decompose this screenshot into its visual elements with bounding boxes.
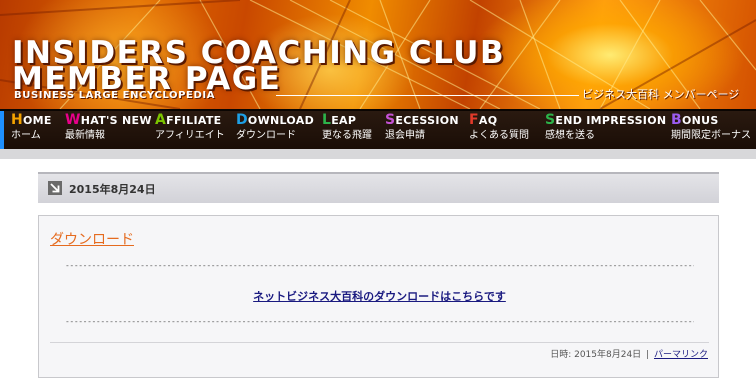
nav-label-en: LEAP [322, 113, 372, 128]
nav-bottom-strip [0, 149, 756, 159]
nav-label-jp: 最新情報 [65, 130, 105, 141]
nav-label-rest: OME [23, 114, 52, 127]
subtitle-divider [276, 95, 579, 96]
nav-label-rest: FFILIATE [166, 114, 222, 127]
nav-label-jp: アフィリエイト [155, 130, 225, 141]
nav-initial: S [545, 112, 556, 128]
site-subtitle: BUSINESS LARGE ENCYCLOPEDIA [14, 90, 216, 101]
post-meta: 日時: 2015年8月24日 | パーマリンク [550, 347, 708, 360]
nav-label-en: DOWNLOAD [236, 113, 314, 128]
nav-label-en: BONUS [671, 113, 751, 128]
nav-item-affiliate[interactable]: AFFILIATE アフィリエイト [155, 113, 225, 147]
nav-initial: H [11, 112, 24, 128]
nav-initial: D [236, 112, 248, 128]
nav-label-jp: 感想を送る [545, 130, 595, 141]
nav-label-rest: END IMPRESSION [555, 114, 667, 127]
permalink-link[interactable]: パーマリンク [654, 350, 708, 360]
nav-item-leap[interactable]: LEAP 更なる飛躍 [322, 113, 372, 147]
nav-accent-bar [0, 111, 4, 149]
download-link-row: ネットビジネス大百科のダウンロードはこちらです [39, 288, 720, 304]
nav-initial: W [65, 112, 81, 128]
nav-label-en: HOME [11, 113, 52, 128]
nav-item-send-impression[interactable]: SEND IMPRESSION 感想を送る [545, 113, 666, 147]
nav-item-download[interactable]: DOWNLOAD ダウンロード [236, 113, 314, 147]
post-title-link[interactable]: ダウンロード [50, 229, 134, 249]
nav-label-rest: ONUS [681, 114, 719, 127]
nav-item-bonus[interactable]: BONUS 期間限定ボーナス [671, 113, 751, 147]
nav-item-home[interactable]: HOME ホーム [11, 113, 52, 147]
arrow-down-right-icon [48, 181, 62, 195]
nav-label-jp: 更なる飛躍 [322, 130, 372, 141]
nav-item-whats-new[interactable]: WHAT'S NEW 最新情報 [65, 113, 152, 147]
nav-label-en: FAQ [469, 113, 529, 128]
post-meta-date: 日時: 2015年8月24日 [550, 350, 642, 360]
post-date-heading: 2015年8月24日 [69, 183, 156, 196]
nav-label-rest: AQ [478, 114, 498, 127]
nav-label-en: SEND IMPRESSION [545, 113, 666, 128]
meta-separator: | [646, 350, 650, 360]
post-entry: ダウンロード ---------------------------------… [38, 215, 719, 378]
dashed-divider-top: ----------------------------------------… [65, 261, 694, 270]
nav-label-en: WHAT'S NEW [65, 113, 152, 128]
nav-label-jp: ダウンロード [236, 130, 296, 141]
nav-initial: S [385, 112, 396, 128]
nav-initial: F [469, 112, 479, 128]
nav-label-en: AFFILIATE [155, 113, 225, 128]
nav-initial: L [322, 112, 332, 128]
post-footer-divider [50, 342, 709, 343]
member-page-label: ビジネス大百科 メンバーページ [582, 88, 740, 101]
nav-label-rest: EAP [331, 114, 357, 127]
download-link[interactable]: ネットビジネス大百科のダウンロードはこちらです [253, 290, 506, 303]
header-banner: INSIDERS COACHING CLUB MEMBER PAGE BUSIN… [0, 0, 756, 109]
nav-label-rest: ECESSION [395, 114, 459, 127]
date-header: 2015年8月24日 [38, 172, 719, 203]
nav-label-jp: 期間限定ボーナス [671, 130, 751, 141]
nav-initial: B [671, 112, 682, 128]
nav-label-jp: ホーム [11, 130, 41, 141]
nav-label-jp: よくある質問 [469, 130, 529, 141]
nav-label-rest: HAT'S NEW [80, 114, 152, 127]
nav-label-rest: OWNLOAD [247, 114, 315, 127]
nav-initial: A [155, 112, 167, 128]
nav-label-jp: 退会申請 [385, 130, 425, 141]
nav-item-secession[interactable]: SECESSION 退会申請 [385, 113, 459, 147]
nav-item-faq[interactable]: FAQ よくある質問 [469, 113, 529, 147]
dashed-divider-bottom: ----------------------------------------… [65, 317, 694, 326]
nav-label-en: SECESSION [385, 113, 459, 128]
